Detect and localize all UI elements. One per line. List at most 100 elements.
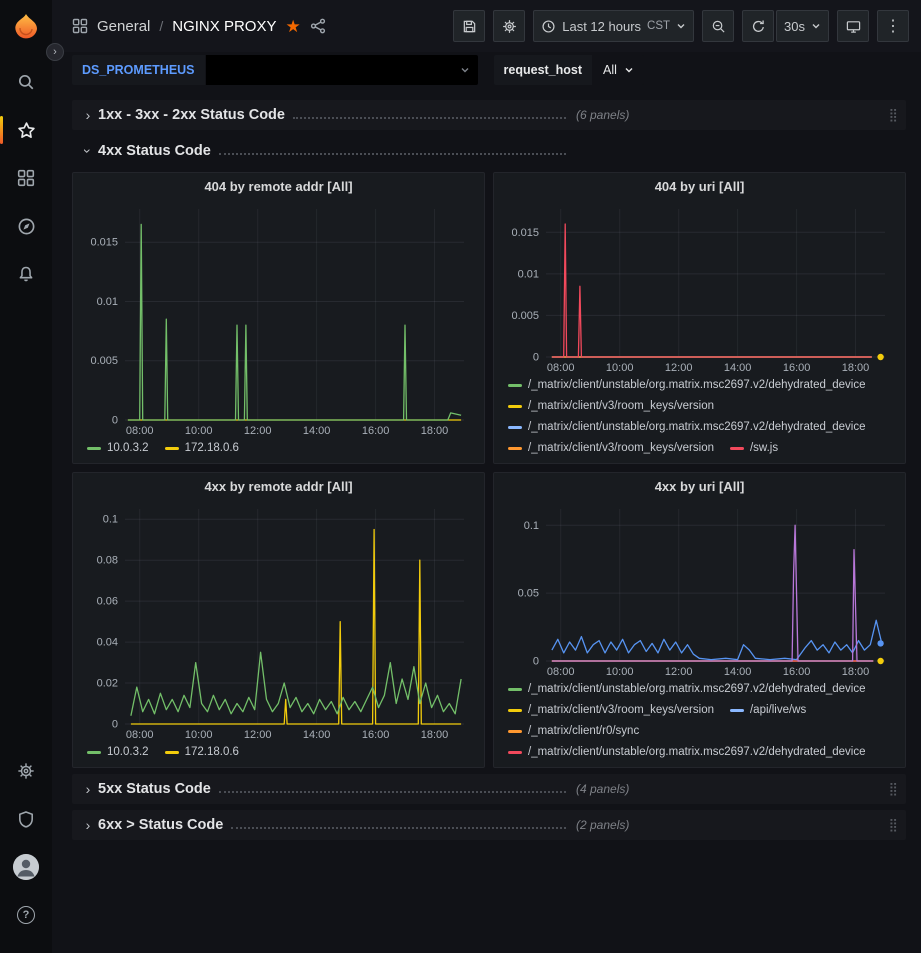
chart-svg: 00.020.040.060.080.108:0010:0012:0014:00… bbox=[81, 501, 476, 741]
datasource-variable-select[interactable] bbox=[206, 55, 478, 85]
zoom-out-time-button[interactable] bbox=[702, 10, 734, 42]
svg-text:10:00: 10:00 bbox=[185, 729, 213, 741]
svg-text:14:00: 14:00 bbox=[724, 666, 752, 678]
legend-series-swatch bbox=[508, 709, 522, 712]
legend-item[interactable]: /sw.js bbox=[730, 438, 778, 458]
refresh-interval-label: 30s bbox=[784, 19, 805, 34]
legend: 10.0.3.2 172.18.0.6 bbox=[81, 741, 476, 764]
main-area: General / NGINX PROXY ★ bbox=[52, 0, 921, 953]
panel-title[interactable]: 4xx by remote addr [All] bbox=[81, 479, 476, 501]
svg-text:0.04: 0.04 bbox=[97, 637, 118, 649]
legend-item[interactable]: /_matrix/client/unstable/org.matrix.msc2… bbox=[508, 742, 866, 762]
zoom-out-icon bbox=[711, 19, 726, 34]
svg-text:14:00: 14:00 bbox=[303, 729, 331, 741]
sidebar-item-starred[interactable] bbox=[0, 106, 52, 154]
chart-svg: 00.0050.010.01508:0010:0012:0014:0016:00… bbox=[81, 201, 476, 437]
svg-text:10:00: 10:00 bbox=[606, 666, 634, 678]
sidebar-item-alerting[interactable] bbox=[0, 250, 52, 298]
breadcrumb-folder[interactable]: General bbox=[97, 18, 150, 35]
row-dotted-leader bbox=[293, 117, 566, 119]
row-dotted-leader bbox=[219, 153, 566, 155]
chart-404-by-remote-addr[interactable]: 00.0050.010.01508:0010:0012:0014:0016:00… bbox=[81, 201, 476, 437]
refresh-icon bbox=[751, 19, 766, 34]
row-drag-handle[interactable]: ⣿ bbox=[888, 817, 898, 833]
chart-404-by-uri[interactable]: 00.0050.010.01508:0010:0012:0014:0016:00… bbox=[502, 201, 897, 374]
row-1xx-3xx-2xx[interactable]: › 1xx - 3xx - 2xx Status Code (6 panels)… bbox=[72, 100, 906, 130]
svg-text:0.005: 0.005 bbox=[511, 310, 539, 322]
datasource-variable: DS_PROMETHEUS bbox=[72, 55, 478, 85]
dashboards-grid-icon bbox=[17, 169, 35, 187]
request-host-variable-select[interactable]: All bbox=[593, 55, 644, 85]
timezone-label: CST bbox=[647, 20, 670, 32]
panel-title[interactable]: 4xx by uri [All] bbox=[502, 479, 897, 501]
save-icon bbox=[462, 19, 477, 34]
legend-item[interactable]: /_matrix/client/v3/room_keys/version bbox=[508, 700, 714, 720]
svg-text:18:00: 18:00 bbox=[842, 362, 870, 374]
sidebar-item-dashboards[interactable] bbox=[0, 154, 52, 202]
breadcrumb: General / NGINX PROXY ★ bbox=[72, 18, 326, 35]
sidebar-item-server-admin[interactable] bbox=[0, 795, 52, 843]
panel-4xx-by-remote-addr: 4xx by remote addr [All] 00.020.040.060.… bbox=[72, 472, 485, 768]
grafana-logo[interactable] bbox=[9, 10, 43, 44]
legend-item[interactable]: 172.18.0.6 bbox=[165, 742, 239, 762]
legend-item[interactable]: 172.18.0.6 bbox=[165, 438, 239, 458]
legend-item[interactable]: /api/live/ws bbox=[730, 700, 806, 720]
row-drag-handle[interactable]: ⣿ bbox=[888, 107, 898, 123]
share-button[interactable] bbox=[310, 18, 326, 34]
row-dotted-leader bbox=[219, 791, 566, 793]
legend-series-swatch bbox=[508, 447, 522, 450]
legend-series-swatch bbox=[508, 426, 522, 429]
more-options-kebab-button[interactable]: ⋮ bbox=[877, 10, 909, 42]
sidebar-item-explore[interactable] bbox=[0, 202, 52, 250]
panel-title[interactable]: 404 by uri [All] bbox=[502, 179, 897, 201]
submenu: DS_PROMETHEUS request_host All bbox=[52, 52, 921, 88]
share-icon bbox=[310, 18, 326, 34]
row-5xx[interactable]: › 5xx Status Code (4 panels) ⣿ bbox=[72, 774, 906, 804]
legend-item[interactable]: /_matrix/client/unstable/org.matrix.msc2… bbox=[508, 417, 866, 437]
legend-series-swatch bbox=[165, 751, 179, 754]
row-6xx[interactable]: › 6xx > Status Code (2 panels) ⣿ bbox=[72, 810, 906, 840]
tv-mode-button[interactable] bbox=[837, 10, 869, 42]
legend-item[interactable]: 10.0.3.2 bbox=[87, 438, 149, 458]
legend-item[interactable]: /_matrix/client/r0/sync bbox=[508, 721, 639, 741]
row-4xx[interactable]: › 4xx Status Code ⣿ bbox=[72, 136, 906, 166]
refresh-button[interactable] bbox=[742, 10, 774, 42]
svg-text:0.05: 0.05 bbox=[518, 588, 539, 600]
row-drag-handle[interactable]: ⣿ bbox=[888, 781, 898, 797]
favorite-star-icon[interactable]: ★ bbox=[285, 18, 300, 35]
chart-4xx-by-remote-addr[interactable]: 00.020.040.060.080.108:0010:0012:0014:00… bbox=[81, 501, 476, 741]
grafana-flame-icon bbox=[11, 12, 41, 42]
legend-item[interactable]: /_matrix/client/unstable/org.matrix.msc2… bbox=[508, 375, 866, 395]
sidebar-item-profile[interactable] bbox=[0, 843, 52, 891]
sidebar-item-search[interactable] bbox=[0, 58, 52, 106]
legend-item[interactable]: /_matrix/client/v3/room_keys/version bbox=[508, 438, 714, 458]
dashboard-settings-button[interactable] bbox=[493, 10, 525, 42]
legend-series-label: /_matrix/client/v3/room_keys/version bbox=[528, 700, 714, 720]
save-dashboard-button[interactable] bbox=[453, 10, 485, 42]
avatar bbox=[13, 854, 39, 880]
svg-text:16:00: 16:00 bbox=[783, 362, 811, 374]
row-panel-count: (6 panels) bbox=[576, 108, 629, 122]
panel-title[interactable]: 404 by remote addr [All] bbox=[81, 179, 476, 201]
row-title: 4xx Status Code bbox=[98, 143, 211, 159]
svg-text:18:00: 18:00 bbox=[421, 425, 449, 437]
legend-item[interactable]: /_matrix/client/v3/room_keys/version bbox=[508, 396, 714, 416]
svg-text:0: 0 bbox=[533, 656, 539, 668]
refresh-interval-dropdown[interactable]: 30s bbox=[776, 10, 829, 42]
sidebar: ? bbox=[0, 0, 52, 953]
svg-text:08:00: 08:00 bbox=[126, 729, 154, 741]
datasource-variable-label: DS_PROMETHEUS bbox=[72, 55, 205, 85]
sidebar-item-help[interactable]: ? bbox=[0, 891, 52, 939]
svg-text:0.1: 0.1 bbox=[524, 520, 539, 532]
legend-item[interactable]: 10.0.3.2 bbox=[87, 742, 149, 762]
sidebar-item-configuration[interactable] bbox=[0, 747, 52, 795]
svg-text:0.08: 0.08 bbox=[97, 555, 118, 567]
time-range-picker[interactable]: Last 12 hours CST bbox=[533, 10, 694, 42]
chevron-down-icon bbox=[811, 21, 821, 31]
svg-text:16:00: 16:00 bbox=[783, 666, 811, 678]
chart-4xx-by-uri[interactable]: 00.050.108:0010:0012:0014:0016:0018:00 bbox=[502, 501, 897, 678]
legend-item[interactable]: /_matrix/client/unstable/org.matrix.msc2… bbox=[508, 679, 866, 699]
sidebar-expand-button[interactable]: › bbox=[46, 43, 64, 61]
legend-series-label: /_matrix/client/v3/room_keys/version bbox=[528, 438, 714, 458]
chevron-right-icon: › bbox=[78, 817, 98, 833]
